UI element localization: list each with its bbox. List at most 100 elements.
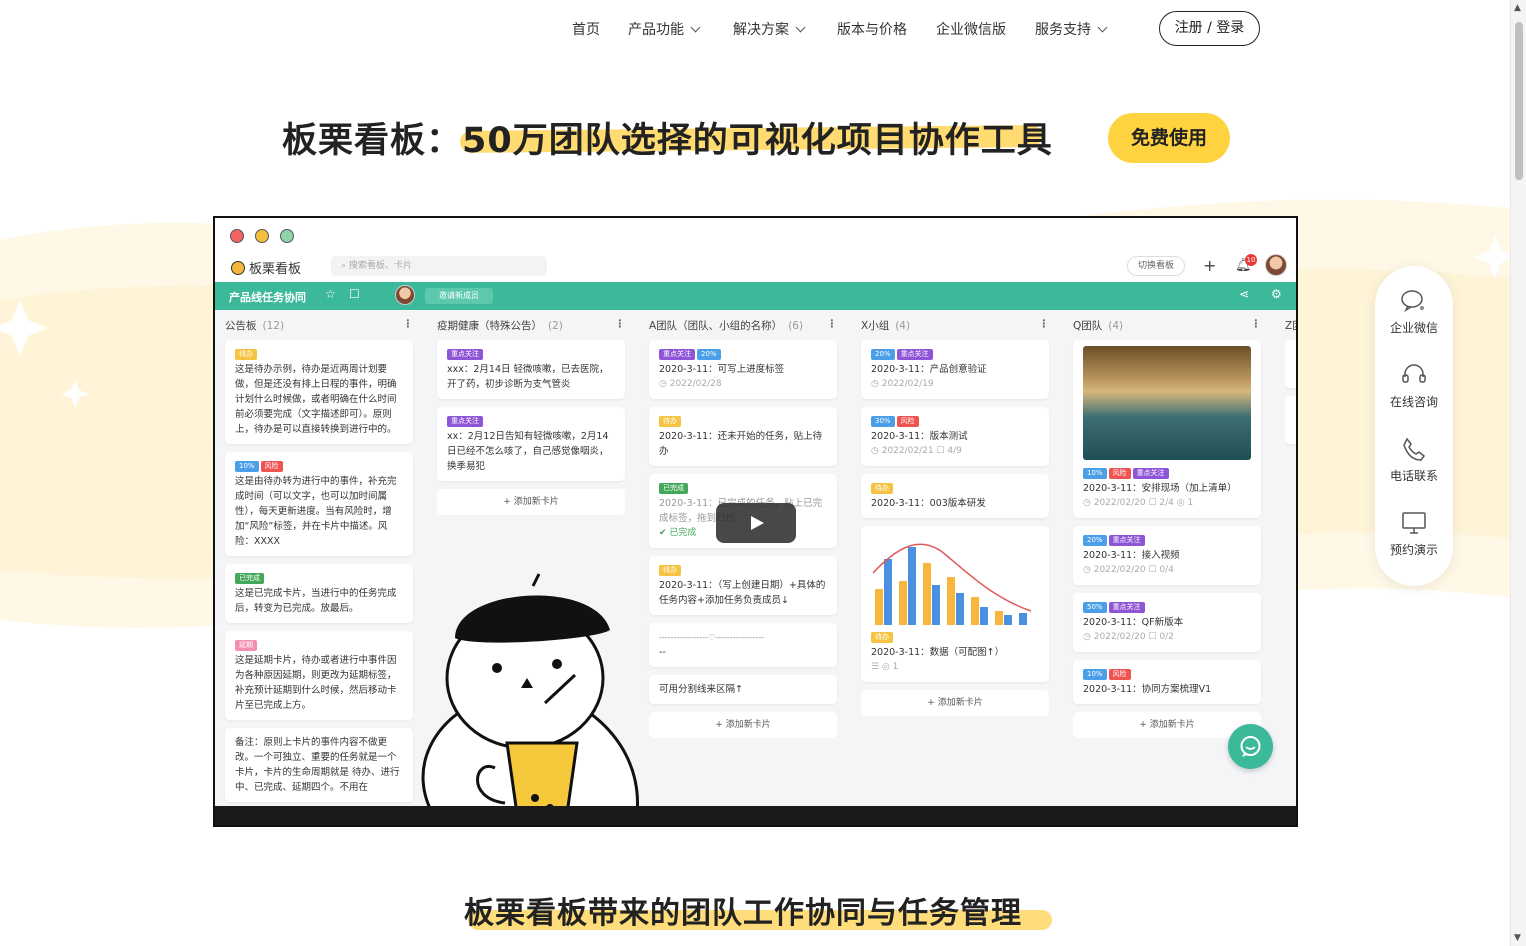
- search-input[interactable]: ⌕ 搜索看板、卡片: [331, 256, 547, 276]
- column-title: Z团: [1285, 320, 1296, 332]
- more-icon[interactable]: ⋮: [1039, 318, 1050, 330]
- tag: 待办: [871, 632, 893, 643]
- scroll-down-icon[interactable]: ▼: [1514, 933, 1521, 943]
- nav-pricing[interactable]: 版本与价格: [837, 19, 907, 39]
- video-play-button[interactable]: [716, 503, 796, 543]
- board-card[interactable]: 待办 2020-3-11：003版本研发: [861, 474, 1049, 518]
- chevron-down-icon: [690, 22, 701, 33]
- more-icon[interactable]: ⋮: [403, 318, 414, 330]
- share-icon[interactable]: ⋖: [1239, 287, 1249, 301]
- free-use-button[interactable]: 免费使用: [1108, 113, 1230, 163]
- column-header: Z团: [1285, 318, 1296, 340]
- page-scrollbar[interactable]: ▲ ▼: [1510, 0, 1526, 946]
- nav-features[interactable]: 产品功能: [628, 19, 701, 39]
- tag: 待办: [659, 416, 681, 427]
- wecom-link[interactable]: 企业微信: [1375, 288, 1453, 336]
- online-consult-link[interactable]: 在线咨询: [1375, 362, 1453, 410]
- member-avatar[interactable]: [395, 285, 415, 305]
- venue-photo: [1083, 346, 1251, 460]
- card-text: 这是由待办转为进行中的事件，补充完成时间（可以文字，也可以加时间属性），每天更新…: [235, 476, 397, 547]
- board-card[interactable]: 待办 2020-3-11：（写上创建日期）+具体的任务内容+添加任务负责成员↓: [649, 556, 837, 615]
- board-card[interactable]: 待办 这是待办示例，待办是近两周计划要做，但是还没有排上日程的事件，明确计划什么时…: [225, 340, 413, 444]
- more-icon[interactable]: ⋮: [1251, 318, 1262, 330]
- board-column: Q团队 (4) ⋮ 10% 风险 重点关注 2020-3-11：安排现场（加上清单） ◷…: [1073, 318, 1261, 746]
- scrollbar-thumb[interactable]: [1515, 22, 1523, 180]
- column-title: 疫期健康（特殊公告）: [437, 320, 542, 332]
- column-header: Q团队 (4) ⋮: [1073, 318, 1261, 340]
- column-count: (2): [548, 320, 563, 332]
- card-text: 2020-3-11：还未开始的任务，贴上待办: [659, 431, 823, 457]
- tag: 50%: [1083, 602, 1107, 613]
- tag: 30%: [871, 416, 895, 427]
- board-card[interactable]: 30% 风险 2020-3-11：版本测试 ◷ 2022/02/21 ☐ 4/9: [861, 407, 1049, 466]
- board-card[interactable]: [1285, 340, 1296, 388]
- board-card[interactable]: 待办 2020-3-11：数据（可配图↑） ☰ ◎ 1: [861, 526, 1049, 682]
- board-card[interactable]: 重点关注 xx：2月12日告知有轻微咳嗽，2月14日已经不怎么咳了，自己感觉像咽炎…: [437, 407, 625, 481]
- window-close-dot: [230, 229, 244, 243]
- board-card[interactable]: 备注：原则上卡片的事件内容不做更改。一个可独立、重要的任务就是一个卡片，卡片的生…: [225, 728, 413, 802]
- board-card[interactable]: 10% 风险 2020-3-11：协同方案梳理V1: [1073, 660, 1261, 704]
- book-demo-link[interactable]: 预约演示: [1375, 510, 1453, 558]
- settings-icon[interactable]: ⚙: [1271, 287, 1282, 301]
- more-icon[interactable]: ⋮: [827, 318, 838, 330]
- column-count: (4): [895, 320, 911, 332]
- phone-icon: [1403, 437, 1426, 461]
- more-icon[interactable]: ⋮: [615, 318, 626, 330]
- demo-video-frame[interactable]: 板栗看板 ⌕ 搜索看板、卡片 切换看板 + 🔔︎ 10 产品线任务协同 ☆ ☐ …: [213, 216, 1298, 827]
- play-icon: [751, 516, 764, 530]
- board-card[interactable]: 延期 这是延期卡片，待办或者进行中事件因为各种原因延期，则更改为延期标签，补充预计…: [225, 631, 413, 720]
- add-card-button[interactable]: + 添加新卡片: [861, 690, 1049, 716]
- nav-support[interactable]: 服务支持: [1035, 19, 1108, 39]
- avatar[interactable]: [1265, 254, 1287, 276]
- switch-board-button[interactable]: 切换看板: [1127, 256, 1185, 276]
- card-text: 2020-3-11：数据（可配图↑）: [871, 647, 1005, 658]
- star-icon[interactable]: ☆: [325, 287, 336, 301]
- board-card[interactable]: 20% 重点关注 2020-3-11：产品创意验证 ◷ 2022/02/19: [861, 340, 1049, 399]
- plus-icon[interactable]: +: [1203, 256, 1216, 275]
- board-column: 疫期健康（特殊公告） (2) ⋮ 重点关注 xxx：2月14日 轻微咳嗽，已去医院，开…: [437, 318, 625, 523]
- card-text: 2020-3-11：版本测试: [871, 431, 968, 442]
- add-card-button[interactable]: + 添加新卡片: [649, 712, 837, 738]
- chat-float-button[interactable]: [1228, 724, 1273, 769]
- board-card[interactable]: [1285, 396, 1296, 444]
- tag: 延期: [235, 640, 257, 651]
- tag: 10%: [1083, 669, 1107, 680]
- wecom-label: 企业微信: [1389, 321, 1438, 335]
- date-label: 2022/02/20: [1093, 565, 1146, 575]
- add-card-button[interactable]: + 添加新卡片: [437, 489, 625, 515]
- board-card[interactable]: 50% 重点关注 2020-3-11：QF新版本 ◷ 2022/02/20 ☐ 0/2: [1073, 593, 1261, 652]
- tag: 重点关注: [1132, 468, 1169, 479]
- notes-icon[interactable]: ☐: [349, 287, 360, 301]
- app-brand: 板栗看板: [231, 258, 301, 277]
- nav-solutions[interactable]: 解决方案: [733, 19, 806, 39]
- tag: 已完成: [235, 573, 264, 584]
- card-text: 2020-3-11：安排现场（加上清单）: [1083, 483, 1237, 494]
- board-card[interactable]: 20% 重点关注 2020-3-11：接入视频 ◷ 2022/02/20 ☐ 0/4: [1073, 526, 1261, 585]
- wecom-icon: [1401, 290, 1424, 312]
- card-text: 这是已完成卡片，当进行中的任务完成后，转变为已完成。放最后。: [235, 588, 397, 614]
- board-card[interactable]: 可用分割线来区隔↑: [649, 675, 837, 704]
- phone-contact-link[interactable]: 电话联系: [1375, 436, 1453, 484]
- board-card[interactable]: 10% 风险 这是由待办转为进行中的事件，补充完成时间（可以文字，也可以加时间属性）…: [225, 452, 413, 556]
- tag: 20%: [1083, 535, 1107, 546]
- video-control-bar[interactable]: [215, 806, 1296, 825]
- nav-home[interactable]: 首页: [572, 19, 600, 39]
- nav-wecom[interactable]: 企业微信版: [936, 19, 1006, 39]
- card-text: xx：2月12日告知有轻微咳嗽，2月14日已经不怎么咳了，自己感觉像咽炎，换季易…: [447, 431, 609, 472]
- board-card[interactable]: 重点关注 20% 2020-3-11：可写上进度标签 ◷ 2022/02/28: [649, 340, 837, 399]
- invite-member-button[interactable]: 邀请新成员: [425, 288, 493, 304]
- board-card[interactable]: 已完成这是已完成卡片，当进行中的任务完成后，转变为已完成。放最后。: [225, 564, 413, 623]
- card-text: 2020-3-11：协同方案梳理V1: [1083, 684, 1212, 695]
- checklist-count: 4/9: [947, 446, 962, 456]
- board-card[interactable]: -----------------♡----------------- --: [649, 623, 837, 667]
- board-card[interactable]: 重点关注 xxx：2月14日 轻微咳嗽，已去医院，开了药，初步诊断为支气管炎: [437, 340, 625, 399]
- headset-icon: [1402, 364, 1426, 383]
- board-card[interactable]: 10% 风险 重点关注 2020-3-11：安排现场（加上清单） ◷ 2022/02…: [1073, 340, 1261, 518]
- board-card[interactable]: 待办 2020-3-11：还未开始的任务，贴上待办: [649, 407, 837, 466]
- column-title: A团队（团队、小组的名称）: [649, 320, 783, 332]
- column-title: Q团队: [1073, 320, 1103, 332]
- login-button[interactable]: 注册 / 登录: [1159, 11, 1260, 46]
- scroll-up-icon[interactable]: ▲: [1514, 3, 1521, 13]
- card-text: 可用分割线来区隔↑: [659, 684, 743, 695]
- column-count: (12): [262, 320, 285, 332]
